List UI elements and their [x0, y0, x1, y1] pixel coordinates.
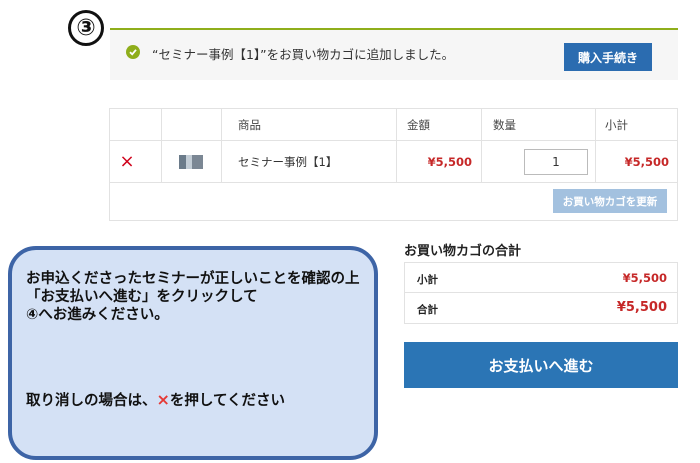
cart-table-header: 商品 金額 数量 小計: [110, 109, 677, 141]
total-value: ¥5,500: [616, 300, 667, 315]
callout-instruction-text: お申込くださったセミナーが正しいことを確認の上「お支払いへ進む」をクリックして …: [26, 270, 366, 324]
quantity-input[interactable]: [524, 148, 588, 175]
header-price: 金額: [407, 117, 430, 132]
totals-total-row: 合計 ¥5,500: [405, 293, 677, 323]
step-number-badge: ③: [68, 10, 104, 46]
header-subtotal: 小計: [605, 117, 628, 132]
total-label: 合計: [417, 304, 438, 316]
callout-cancel-text: 取り消しの場合は、×を押してください: [26, 391, 366, 410]
checkout-button[interactable]: 購入手続き: [564, 43, 652, 71]
proceed-to-payment-button[interactable]: お支払いへ進む: [404, 342, 678, 388]
header-quantity: 数量: [493, 117, 516, 132]
cart-table: 商品 金額 数量 小計 × セミナー事例【1】 ¥5,500 ¥5,500 お買…: [109, 108, 678, 221]
callout-line-1: お申込くださったセミナーが正しいことを確認の上「お支払いへ進む」をクリックして …: [26, 271, 360, 323]
instruction-callout: お申込くださったセミナーが正しいことを確認の上「お支払いへ進む」をクリックして …: [8, 246, 378, 460]
item-subtotal: ¥5,500: [624, 154, 669, 169]
product-name-link[interactable]: セミナー事例【1】: [238, 141, 337, 182]
subtotal-label: 小計: [417, 274, 438, 286]
cart-totals-table: 小計 ¥5,500 合計 ¥5,500: [404, 262, 678, 324]
update-cart-button[interactable]: お買い物カゴを更新: [553, 189, 667, 213]
cart-actions: お買い物カゴを更新: [110, 183, 677, 220]
callout-cancel-after: を押してください: [169, 393, 286, 409]
header-product: 商品: [238, 117, 261, 132]
item-price: ¥5,500: [427, 154, 472, 169]
totals-subtotal-row: 小計 ¥5,500: [405, 263, 677, 293]
quantity-cell: [524, 141, 588, 182]
remove-item-icon[interactable]: ×: [110, 141, 144, 182]
product-thumbnail[interactable]: [161, 141, 221, 182]
check-circle-icon: [126, 45, 140, 59]
thumbnail-image-icon: [179, 154, 203, 169]
subtotal-value: ¥5,500: [622, 271, 667, 285]
added-to-cart-notice: “セミナー事例【1】”をお買い物カゴに追加しました。 購入手続き: [110, 28, 678, 80]
callout-cancel-before: 取り消しの場合は、: [26, 393, 157, 409]
remove-x-icon: ×: [156, 390, 170, 409]
cart-item-row: × セミナー事例【1】 ¥5,500 ¥5,500: [110, 141, 677, 183]
notice-message: “セミナー事例【1】”をお買い物カゴに追加しました。: [152, 47, 455, 62]
cart-totals-title: お買い物カゴの合計: [404, 244, 522, 259]
